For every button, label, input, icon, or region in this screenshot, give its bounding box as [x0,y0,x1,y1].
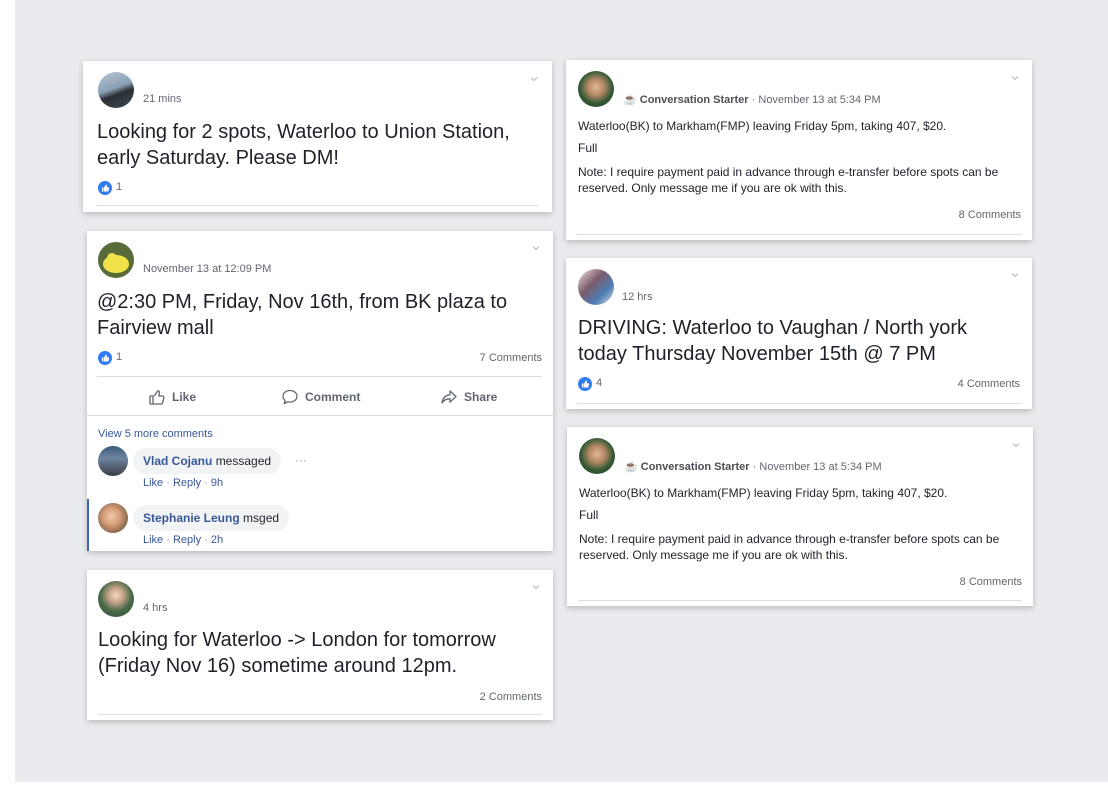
active-comment-bar [87,499,89,551]
thumbs-up-icon [149,390,165,405]
comment-bubble[interactable]: Vlad Cojanu messaged [133,448,282,474]
chevron-down-icon[interactable] [532,244,540,252]
avatar[interactable] [578,269,614,305]
avatar[interactable] [98,581,134,617]
commenter-avatar[interactable] [98,503,128,533]
avatar[interactable] [579,438,615,474]
post-text: Looking for Waterloo -> London for tomor… [98,629,496,677]
post-text: Waterloo(BK) to Markham(FMP) leaving Fri… [578,119,947,133]
coffee-icon: ☕ [624,461,638,473]
like-count[interactable]: 4 [596,377,602,389]
post-card: 21 mins Looking for 2 spots, Waterloo to… [83,61,552,212]
post-card: November 13 at 12:09 PM @2:30 PM, Friday… [87,231,553,551]
commenter-name[interactable]: Stephanie Leung [143,511,240,525]
like-reaction-icon[interactable] [98,181,112,195]
conversation-starter-badge[interactable]: Conversation Starter [641,461,750,473]
comment-count[interactable]: 2 Comments [480,691,542,703]
comment-button-label: Comment [305,390,361,404]
comment-count[interactable]: 4 Comments [958,378,1020,390]
avatar[interactable] [98,242,134,278]
post-card: ☕ Conversation Starter · November 13 at … [567,427,1033,606]
comment-like-link[interactable]: Like [143,534,163,546]
divider [97,376,542,377]
view-more-comments-link[interactable]: View 5 more comments [98,428,213,440]
like-count[interactable]: 1 [116,181,122,193]
chevron-down-icon[interactable] [1012,441,1020,449]
post-text: Note: I require payment paid in advance … [578,165,999,195]
like-reaction-icon[interactable] [578,377,592,391]
divider [97,205,538,206]
post-text: DRIVING: Waterloo to Vaughan / North yor… [578,317,968,365]
comment-count[interactable]: 7 Comments [480,352,542,364]
comment-reply-link[interactable]: Reply [173,477,201,489]
chevron-down-icon[interactable] [1011,74,1019,82]
post-text: Looking for 2 spots, Waterloo to Union S… [97,121,510,169]
divider [98,714,542,715]
chevron-down-icon[interactable] [532,583,540,591]
post-card: 12 hrs DRIVING: Waterloo to Vaughan / No… [566,258,1032,409]
comment-text: msged [243,511,280,525]
divider [578,600,1022,601]
comment-reply-link[interactable]: Reply [173,534,201,546]
post-time[interactable]: 4 hrs [143,602,167,614]
comment-icon [282,389,298,405]
like-reaction-icon[interactable] [98,351,112,365]
comment-meta: Like · Reply · 2h [143,534,224,546]
commenter-name[interactable]: Vlad Cojanu [143,454,212,468]
chevron-down-icon[interactable] [530,75,538,83]
comment-text: messaged [215,454,272,468]
comment-time[interactable]: 2h [211,534,223,546]
conversation-starter-badge[interactable]: Conversation Starter [640,94,749,106]
post-text: Full [578,141,598,155]
comment-meta: Like · Reply · 9h [143,477,224,489]
like-count[interactable]: 1 [116,351,122,363]
post-time[interactable]: November 13 at 5:34 PM [758,94,880,106]
comment-count[interactable]: 8 Comments [960,576,1022,588]
chevron-down-icon[interactable] [1011,271,1019,279]
post-text: Note: I require payment paid in advance … [579,532,1000,562]
post-text: Full [579,508,599,522]
post-time[interactable]: 12 hrs [622,291,653,303]
coffee-icon: ☕ [623,94,637,106]
divider [87,415,553,416]
divider [577,403,1022,404]
like-button-label: Like [172,390,197,404]
share-button-label: Share [464,390,498,404]
comment-options-button[interactable]: ··· [295,453,307,467]
post-card: ☕ Conversation Starter · November 13 at … [566,60,1032,240]
post-meta: ☕ Conversation Starter · November 13 at … [624,461,882,473]
post-card: 4 hrs Looking for Waterloo -> London for… [87,570,553,720]
avatar[interactable] [578,71,614,107]
post-text: Waterloo(BK) to Markham(FMP) leaving Fri… [579,486,948,500]
divider [577,234,1022,235]
commenter-avatar[interactable] [98,446,128,476]
like-button[interactable]: Like [148,388,196,406]
share-icon [441,390,457,404]
share-button[interactable]: Share [440,388,497,406]
post-text: @2:30 PM, Friday, Nov 16th, from BK plaz… [97,291,508,339]
comment-button[interactable]: Comment [281,388,360,406]
post-meta: ☕ Conversation Starter · November 13 at … [623,94,881,106]
comment-time[interactable]: 9h [211,477,223,489]
post-time[interactable]: November 13 at 12:09 PM [143,263,271,275]
comment-like-link[interactable]: Like [143,477,163,489]
post-time[interactable]: 21 mins [143,93,182,105]
post-time[interactable]: November 13 at 5:34 PM [759,461,881,473]
comment-bubble[interactable]: Stephanie Leung msged [133,505,290,531]
avatar[interactable] [98,72,134,108]
comment-count[interactable]: 8 Comments [959,209,1021,221]
